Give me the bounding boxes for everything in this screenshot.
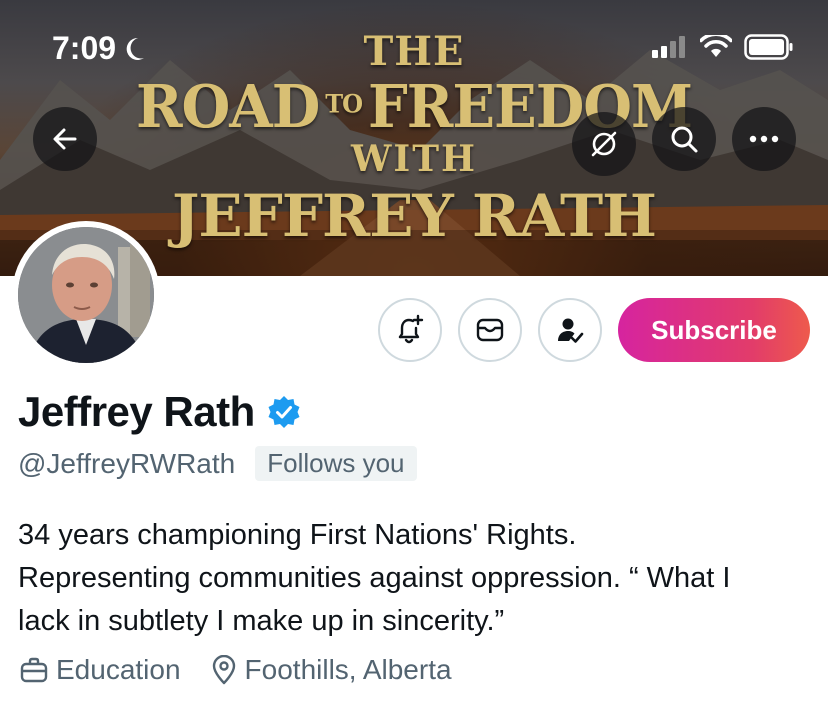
person-check-icon [558, 318, 584, 343]
avatar-portrait [18, 227, 154, 363]
handle: @JeffreyRWRath [18, 447, 236, 479]
location-pin-icon [212, 655, 235, 685]
status-bar-indicators [652, 34, 794, 60]
status-time-text: 7:09 [52, 30, 117, 66]
search-icon [671, 126, 698, 153]
bio-line: Representing communities against oppress… [18, 562, 731, 594]
display-name: Jeffrey Rath [18, 388, 255, 435]
arrow-left-icon [53, 128, 77, 150]
more-button[interactable] [732, 107, 796, 171]
handle-row: @JeffreyRWRath Follows you [18, 446, 417, 481]
bio-line: 34 years championing First Nations' Righ… [18, 519, 577, 551]
follows-you-badge: Follows you [255, 446, 417, 481]
banner-word-freedom: FREEDOM [368, 72, 693, 142]
search-button[interactable] [652, 107, 716, 171]
grok-icon [591, 131, 617, 157]
avatar-photo [18, 227, 154, 363]
bio: 34 years championing First Nations' Righ… [18, 514, 818, 643]
bio-line: lack in subtlety I make up in sincerity.… [18, 605, 505, 637]
envelope-icon [476, 318, 504, 342]
moon-icon [126, 37, 145, 60]
avatar[interactable] [12, 221, 160, 369]
subscribe-button[interactable]: Subscribe [618, 298, 810, 362]
signal-icon [652, 36, 685, 58]
profile-location: Foothills, Alberta [211, 654, 452, 686]
location-text: Foothills, Alberta [244, 654, 452, 685]
banner-word-road: ROAD [135, 72, 320, 142]
battery-icon [744, 34, 793, 60]
grok-button[interactable] [572, 112, 636, 176]
notifications-button[interactable] [378, 298, 442, 362]
banner-word-to: TO [325, 88, 363, 119]
bell-plus-icon [398, 314, 424, 344]
status-bar-time: 7:09 [52, 30, 146, 67]
profile-category: Education [20, 654, 181, 686]
category-text: Education [56, 654, 181, 685]
verified-badge-icon[interactable] [267, 395, 301, 429]
more-icon [749, 135, 779, 143]
profile-name-row: Jeffrey Rath [18, 388, 301, 436]
profile-meta: Education Foothills, Alberta [20, 654, 452, 686]
wifi-icon [700, 35, 732, 57]
back-button[interactable] [33, 107, 97, 171]
following-button[interactable] [538, 298, 602, 362]
briefcase-icon [20, 657, 48, 683]
message-button[interactable] [458, 298, 522, 362]
